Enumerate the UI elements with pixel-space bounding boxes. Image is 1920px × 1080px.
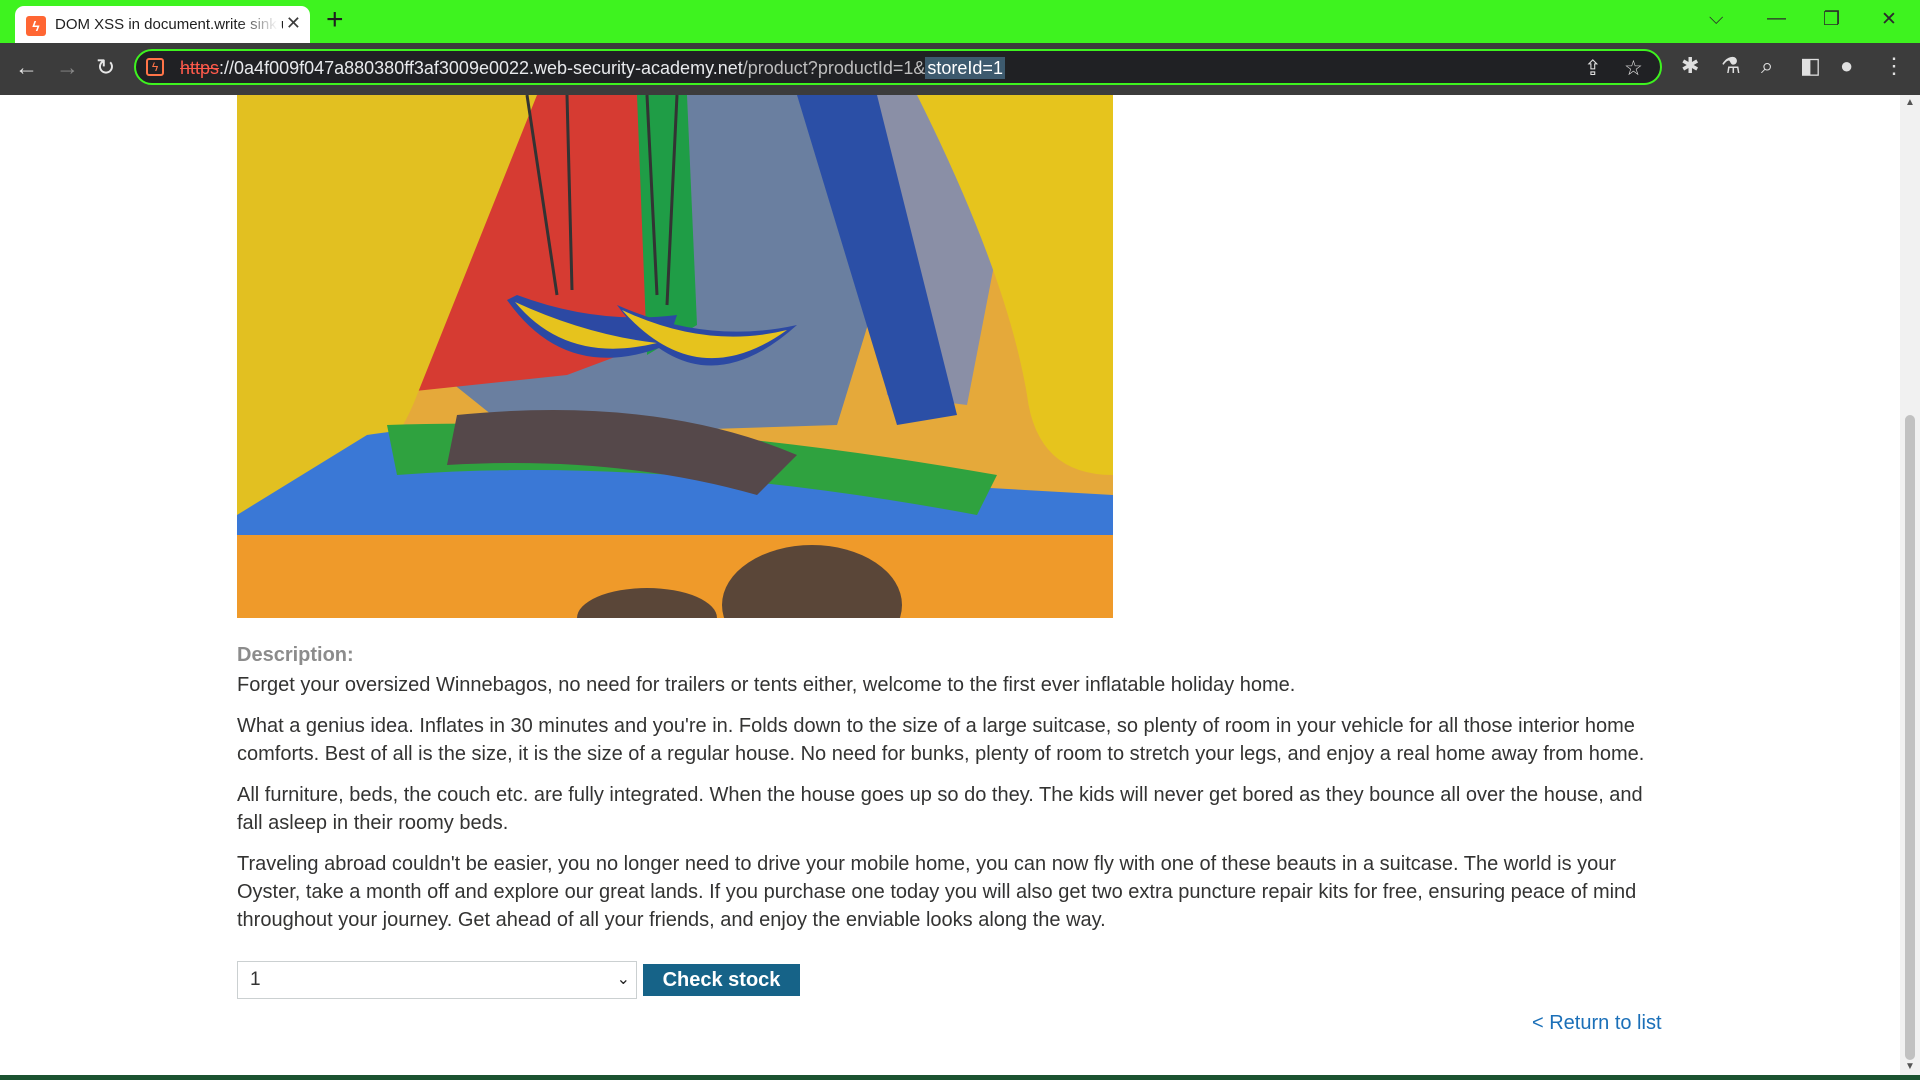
restore-icon[interactable]: ❐ <box>1823 8 1840 31</box>
description-paragraph: Traveling abroad couldn't be easier, you… <box>237 853 1637 931</box>
tab-strip: ϟ DOM XSS in document.write sink using s… <box>0 0 1920 43</box>
window-close-icon[interactable]: ✕ <box>1881 8 1897 31</box>
share-icon[interactable]: ⇪ <box>1584 56 1602 81</box>
extensions-puzzle-icon[interactable]: ✱ <box>1681 53 1699 79</box>
product-description: Description: Forget your oversized Winne… <box>237 643 1657 947</box>
scroll-up-icon[interactable]: ▲ <box>1905 97 1915 108</box>
scrollbar-thumb[interactable] <box>1905 415 1915 1060</box>
page-content: Description: Forget your oversized Winne… <box>0 95 1900 1075</box>
description-paragraph: Forget your oversized Winnebagos, no nee… <box>237 674 1296 696</box>
return-to-list-link[interactable]: < Return to list <box>1532 1012 1662 1035</box>
search-icon[interactable]: ⌕ <box>1761 53 1773 79</box>
close-tab-icon[interactable]: ✕ <box>286 13 301 34</box>
more-menu-icon[interactable]: ⋮ <box>1883 53 1905 79</box>
new-tab-icon[interactable]: + <box>326 5 344 35</box>
site-info-icon[interactable]: ϟ <box>146 58 164 76</box>
browser-tab-active[interactable]: ϟ DOM XSS in document.write sink using s… <box>15 6 310 43</box>
product-image <box>237 95 1113 618</box>
chevron-down-icon: ⌄ <box>616 971 630 988</box>
labs-flask-icon[interactable]: ⚗ <box>1721 53 1741 79</box>
description-label: Description: <box>237 644 354 666</box>
check-stock-button[interactable]: Check stock <box>643 964 800 996</box>
store-select[interactable]: 1 ⌄ <box>237 961 637 999</box>
profile-avatar-icon[interactable]: ● <box>1840 53 1853 79</box>
address-bar[interactable]: ϟ https://0a4f009f047a880380ff3af3009e00… <box>134 49 1662 85</box>
back-arrow-icon[interactable]: ← <box>15 55 38 79</box>
bottom-edge <box>0 1075 1920 1080</box>
url-text[interactable]: https://0a4f009f047a880380ff3af3009e0022… <box>180 57 1005 79</box>
browser-toolbar: ← → ↻ ϟ https://0a4f009f047a880380ff3af3… <box>0 43 1920 95</box>
description-paragraph: What a genius idea. Inflates in 30 minut… <box>237 715 1645 765</box>
description-paragraph: All furniture, beds, the couch etc. are … <box>237 784 1643 834</box>
bookmark-star-icon[interactable]: ☆ <box>1624 56 1643 81</box>
scroll-down-icon[interactable]: ▼ <box>1905 1061 1915 1072</box>
reload-icon[interactable]: ↻ <box>96 55 115 79</box>
store-select-value: 1 <box>250 969 261 990</box>
forward-arrow-icon[interactable]: → <box>56 55 79 79</box>
minimize-icon[interactable]: — <box>1767 8 1786 30</box>
lab-favicon-icon: ϟ <box>26 16 46 36</box>
tab-search-chevron-icon[interactable]: ⌵ <box>1709 8 1723 30</box>
vertical-scrollbar[interactable]: ▲ ▼ <box>1900 95 1920 1075</box>
tab-title-fade <box>238 12 278 36</box>
side-panel-icon[interactable]: ◧ <box>1800 53 1821 79</box>
